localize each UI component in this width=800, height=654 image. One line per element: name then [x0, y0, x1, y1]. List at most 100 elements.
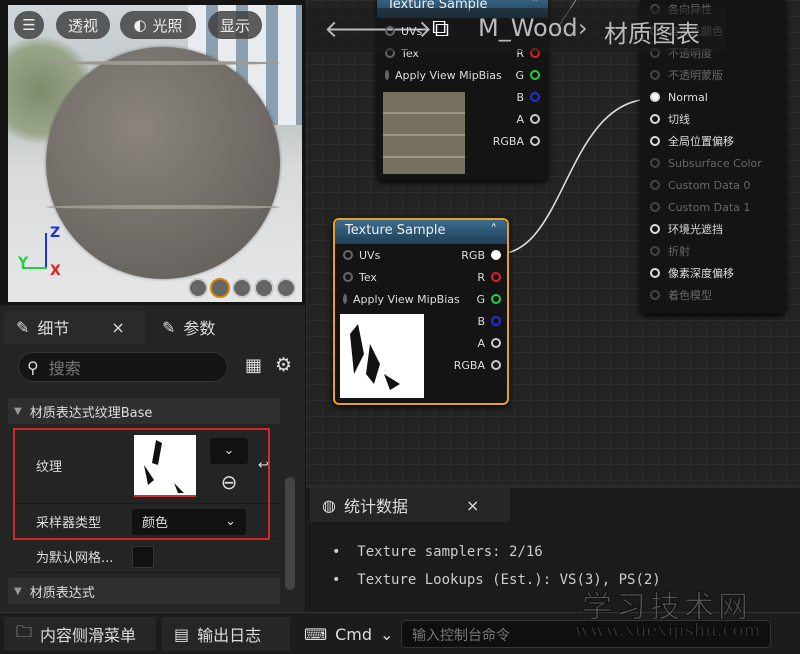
- cube-icon[interactable]: [254, 278, 274, 298]
- result-pin[interactable]: 折射: [640, 240, 786, 262]
- node-header[interactable]: Texture Sample ˄: [335, 220, 507, 244]
- input-pin[interactable]: [650, 114, 660, 124]
- input-pin[interactable]: [650, 92, 660, 102]
- node-outputs: R G B A RGBA: [480, 42, 540, 152]
- tab-stats[interactable]: ◍ 统计数据 ×: [310, 488, 510, 522]
- pin-label: 像素深度偏移: [668, 267, 734, 280]
- close-tab-button[interactable]: ×: [466, 496, 479, 515]
- result-pin[interactable]: Normal: [640, 86, 786, 108]
- tab-parameters[interactable]: ✎ 参数: [150, 310, 290, 344]
- pin-label: UVs: [401, 24, 423, 38]
- pencil-icon: ✎: [162, 317, 176, 337]
- section-header-texture-base[interactable]: ▼ 材质表达式纹理Base: [8, 398, 280, 424]
- result-pin[interactable]: 像素深度偏移: [640, 262, 786, 284]
- input-pin[interactable]: [385, 70, 389, 80]
- input-pin[interactable]: [650, 180, 660, 190]
- highlight-box: [13, 428, 270, 540]
- search-input[interactable]: ⚲ 搜索: [18, 352, 228, 382]
- lighting-button[interactable]: ◐ 光照: [120, 11, 196, 39]
- input-pin[interactable]: [650, 290, 660, 300]
- collapse-icon[interactable]: ˄: [491, 223, 498, 241]
- result-pin[interactable]: 不透明蒙版: [640, 64, 786, 86]
- result-pin[interactable]: Custom Data 1: [640, 196, 786, 218]
- show-button[interactable]: 显示: [208, 11, 262, 39]
- pin-label: Normal: [668, 90, 708, 104]
- output-pin-a[interactable]: [530, 114, 540, 124]
- gear-icon[interactable]: ⚙: [275, 354, 292, 376]
- cmd-dropdown[interactable]: ⌨ Cmd ⌄: [292, 617, 393, 651]
- tab-details[interactable]: ✎ 细节 ×: [4, 310, 146, 344]
- cylinder-icon[interactable]: [188, 278, 208, 298]
- result-pin[interactable]: 切线: [640, 108, 786, 130]
- output-pin-rgba[interactable]: [530, 136, 540, 146]
- input-pin[interactable]: [650, 268, 660, 278]
- pin-label: Custom Data 0: [668, 178, 751, 192]
- pin-label: 切线: [668, 113, 690, 126]
- section-title: 材质表达式纹理Base: [29, 405, 153, 421]
- output-pin-g[interactable]: [530, 70, 540, 80]
- node-inputs: UVs Tex Apply View MipBias: [385, 20, 502, 86]
- tab-label: 细节: [37, 319, 70, 338]
- pin-label: R: [477, 270, 485, 284]
- result-pin[interactable]: 着色模型: [640, 284, 786, 306]
- pin-label: Tex: [359, 270, 377, 284]
- output-pin-rgb[interactable]: [491, 250, 501, 260]
- pin-label: A: [477, 336, 485, 350]
- result-pin[interactable]: Subsurface Color: [640, 152, 786, 174]
- tab-label: 参数: [183, 319, 216, 338]
- input-pin[interactable]: [650, 136, 660, 146]
- material-preview-viewport[interactable]: ☰ 透视 ◐ 光照 显示 Z Y X: [8, 5, 302, 302]
- input-pin[interactable]: [650, 158, 660, 168]
- table-view-icon[interactable]: ▦: [245, 355, 262, 376]
- input-pin[interactable]: [343, 294, 347, 304]
- result-pin[interactable]: 环境光遮挡: [640, 218, 786, 240]
- node-inputs: UVs Tex Apply View MipBias: [343, 244, 460, 310]
- search-placeholder: 搜索: [48, 359, 81, 378]
- details-scrollbar[interactable]: [285, 477, 295, 590]
- pin-label: 不透明蒙版: [668, 69, 723, 82]
- content-drawer-button[interactable]: 🗀 内容侧滑菜单: [4, 617, 156, 651]
- log-icon: ▤: [174, 624, 190, 644]
- watermark-url: www.xuexijishu.com: [575, 620, 762, 642]
- input-pin[interactable]: [650, 246, 660, 256]
- material-graph[interactable]: Texture Sample ˄ UVs Tex Apply View MipBi…: [306, 0, 800, 485]
- output-pin-b[interactable]: [491, 316, 501, 326]
- section-header-expression[interactable]: ▼ 材质表达式: [8, 578, 280, 604]
- breadcrumb-separator: ›: [578, 14, 588, 42]
- details-panel: ✎ 细节 × ✎ 参数 ⚲ 搜索 ▦ ⚙ ▼ 材质表达式纹理Base 纹理 ⌄ ⊖ ↩ 采…: [0, 305, 305, 612]
- output-pin-a[interactable]: [491, 338, 501, 348]
- result-pin[interactable]: Custom Data 0: [640, 174, 786, 196]
- viewport-menu-button[interactable]: ☰: [14, 11, 44, 39]
- pin-label: 环境光遮挡: [668, 223, 723, 236]
- sphere-icon[interactable]: [210, 278, 230, 298]
- input-pin[interactable]: [343, 272, 353, 282]
- breadcrumb-bar: 🡐 🡒 ⧉ M_Wood › 材质图表: [306, 8, 726, 52]
- tab-label: 统计数据: [343, 497, 408, 516]
- output-pin-g[interactable]: [491, 294, 501, 304]
- pin-label: 折射: [668, 245, 690, 258]
- output-pin-rgba[interactable]: [491, 360, 501, 370]
- close-tab-button[interactable]: ×: [111, 318, 124, 337]
- breadcrumb-asset[interactable]: M_Wood: [478, 14, 578, 42]
- input-pin[interactable]: [343, 250, 353, 260]
- result-pin[interactable]: 全局位置偏移: [640, 130, 786, 152]
- texture-sample-node-selected[interactable]: Texture Sample ˄ UVs Tex Apply View MipBi…: [333, 218, 509, 405]
- pin-label: UVs: [359, 248, 381, 262]
- output-pin-b[interactable]: [530, 92, 540, 102]
- pin-label: RGBA: [453, 358, 485, 372]
- plane-icon[interactable]: [232, 278, 252, 298]
- default-mesh-checkbox[interactable]: [132, 545, 154, 568]
- output-log-button[interactable]: ▤ 输出日志: [162, 617, 290, 651]
- input-pin[interactable]: [650, 202, 660, 212]
- z-axis-line: [45, 233, 47, 269]
- output-pin-r[interactable]: [491, 272, 501, 282]
- pin-label: Subsurface Color: [668, 156, 762, 170]
- input-pin[interactable]: [650, 224, 660, 234]
- pin-label: B: [477, 314, 485, 328]
- search-icon: ⚲: [27, 357, 39, 377]
- perspective-button[interactable]: 透视: [56, 11, 110, 39]
- input-pin[interactable]: [385, 26, 395, 36]
- custom-mesh-icon[interactable]: [276, 278, 296, 298]
- input-pin[interactable]: [650, 70, 660, 80]
- default-mesh-label: 为默认网格...: [36, 551, 114, 566]
